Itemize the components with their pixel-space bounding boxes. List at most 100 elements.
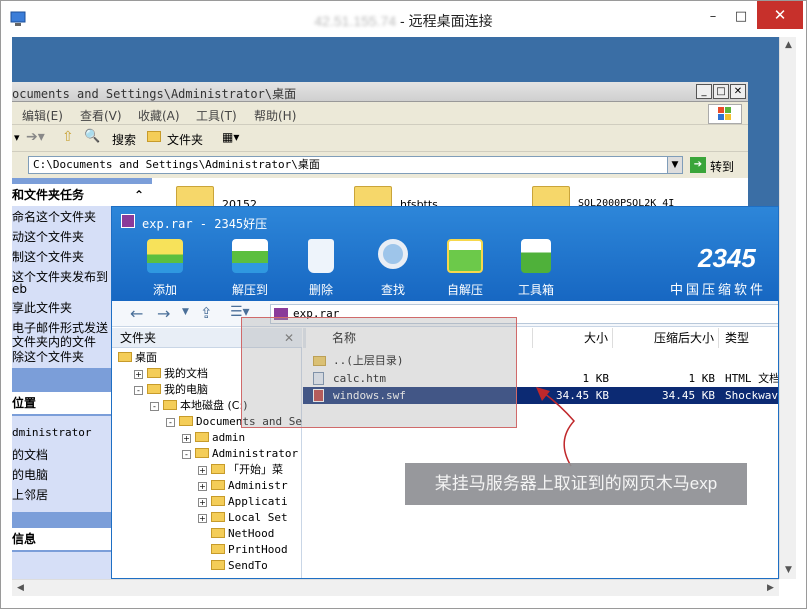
- go-arrow-icon: ➔: [690, 157, 706, 173]
- tree-node[interactable]: + admin: [112, 430, 302, 446]
- folder-icon: [195, 448, 209, 458]
- menu-help[interactable]: 帮助(H): [254, 107, 296, 124]
- rdp-title-bar[interactable]: 42.51.155.74 - 远程桌面连接 – □ ✕: [1, 1, 806, 37]
- go-button[interactable]: 转到: [710, 158, 734, 175]
- tree-node[interactable]: + Administr: [112, 478, 302, 494]
- rar-file-icon: [121, 214, 135, 228]
- folder-icon: [118, 352, 132, 362]
- collapse-icon[interactable]: -: [134, 386, 143, 395]
- place-administrator[interactable]: dministrator: [12, 426, 91, 439]
- scroll-down-icon[interactable]: ▼: [780, 562, 797, 579]
- back-arrow-icon[interactable]: ▾: [14, 131, 20, 144]
- collapse-icon[interactable]: ⌃: [134, 184, 144, 206]
- folder-icon: [195, 432, 209, 442]
- expand-icon[interactable]: +: [198, 482, 207, 491]
- rdp-close-button[interactable]: ✕: [757, 1, 803, 29]
- forward-button[interactable]: ➔▾: [26, 129, 45, 145]
- rdp-host-blurred: 42.51.155.74: [314, 13, 397, 29]
- collapse-icon[interactable]: -: [150, 402, 159, 411]
- collapse-icon[interactable]: -: [166, 418, 175, 427]
- address-dropdown-icon[interactable]: ▼: [667, 156, 683, 174]
- folder-icon: [211, 464, 225, 474]
- explorer-title-bar[interactable]: ocuments and Settings\Administrator\桌面 _…: [12, 82, 748, 102]
- tasks-header[interactable]: 和文件夹任务 ⌃: [12, 184, 152, 206]
- col-header-packed[interactable]: 压缩后大小: [613, 328, 719, 348]
- menu-favorites[interactable]: 收藏(A): [138, 107, 180, 124]
- views-icon[interactable]: ▦▾: [222, 130, 239, 144]
- folder-icon: [211, 544, 225, 554]
- explorer-menu-bar: 编辑(E) 查看(V) 收藏(A) 工具(T) 帮助(H): [12, 103, 748, 125]
- rdp-maximize-button[interactable]: □: [729, 7, 753, 27]
- expand-icon[interactable]: +: [198, 514, 207, 523]
- file-type: HTML 文档: [725, 372, 779, 385]
- scroll-up-icon[interactable]: ▲: [780, 37, 797, 54]
- tree-node[interactable]: - Administrator: [112, 446, 302, 462]
- tree-node-label: 「开始」菜: [228, 463, 283, 476]
- add-button[interactable]: 添加: [133, 235, 197, 301]
- scroll-left-icon[interactable]: ◀: [12, 580, 29, 597]
- remote-desktop-window: 42.51.155.74 - 远程桌面连接 – □ ✕ ocuments and…: [0, 0, 807, 609]
- rdp-title-text: 远程桌面连接: [408, 13, 493, 29]
- tree-node[interactable]: + 「开始」菜: [112, 462, 302, 478]
- task-rename[interactable]: 命名这个文件夹: [12, 208, 96, 225]
- tree-node-label: SendTo: [228, 559, 268, 572]
- up-level-icon[interactable]: ⇪: [200, 304, 213, 322]
- expand-icon[interactable]: +: [198, 466, 207, 475]
- explorer-minimize-button[interactable]: _: [696, 84, 712, 99]
- recycle-bin-icon: [308, 239, 334, 273]
- task-move[interactable]: 动这个文件夹: [12, 228, 84, 245]
- address-input[interactable]: C:\Documents and Settings\Administrator\…: [28, 156, 668, 174]
- menu-edit[interactable]: 编辑(E): [22, 107, 63, 124]
- explorer-close-button[interactable]: ✕: [730, 84, 746, 99]
- place-network[interactable]: 上邻居: [12, 486, 48, 503]
- magnifier-icon: [378, 239, 408, 269]
- menu-tools[interactable]: 工具(T): [196, 107, 237, 124]
- vertical-scrollbar[interactable]: ▲ ▼: [779, 37, 796, 579]
- folders-button[interactable]: 文件夹: [167, 131, 203, 148]
- back-arrow-icon[interactable]: ←: [130, 304, 143, 323]
- find-label: 查找: [380, 283, 405, 297]
- tree-node-label: Applicati: [228, 495, 288, 508]
- tree-node[interactable]: + Local Set: [112, 510, 302, 526]
- tree-node[interactable]: NetHood: [112, 526, 302, 542]
- delete-button[interactable]: 删除: [289, 235, 353, 301]
- explorer-maximize-button[interactable]: □: [713, 84, 729, 99]
- col-header-size[interactable]: 大小: [533, 328, 613, 348]
- sfx-label: 自解压: [446, 283, 483, 297]
- folder-icon: [211, 512, 225, 522]
- extract-label: 解压到: [231, 283, 268, 297]
- col-header-type[interactable]: 类型: [719, 328, 778, 348]
- rdp-minimize-button[interactable]: –: [701, 7, 725, 27]
- task-copy[interactable]: 制这个文件夹: [12, 248, 84, 265]
- toolbox-button[interactable]: 工具箱: [504, 235, 568, 301]
- task-share[interactable]: 享此文件夹: [12, 299, 72, 316]
- tree-node[interactable]: + Applicati: [112, 494, 302, 510]
- delete-label: 删除: [308, 283, 333, 297]
- tree-node-label: NetHood: [228, 527, 275, 540]
- annotation-arrow: [536, 387, 576, 467]
- task-delete[interactable]: 除这个文件夹: [12, 348, 84, 365]
- extract-icon: [232, 239, 268, 273]
- place-my-computer[interactable]: 的电脑: [12, 466, 48, 483]
- place-my-documents[interactable]: 的文档: [12, 446, 48, 463]
- task-publish-web[interactable]: eb: [12, 282, 27, 296]
- horizontal-scrollbar[interactable]: ◀ ▶: [12, 579, 779, 596]
- expand-icon[interactable]: +: [182, 434, 191, 443]
- expand-icon[interactable]: +: [134, 370, 143, 379]
- collapse-icon[interactable]: -: [182, 450, 191, 459]
- search-button[interactable]: 搜索: [112, 131, 136, 148]
- sfx-button[interactable]: 自解压: [433, 235, 497, 301]
- tree-node[interactable]: PrintHood: [112, 542, 302, 558]
- scroll-right-icon[interactable]: ▶: [762, 580, 779, 597]
- tree-node-label: PrintHood: [228, 543, 288, 556]
- extract-to-button[interactable]: 解压到: [218, 235, 282, 301]
- col-size-label: 大小: [583, 331, 608, 345]
- menu-view[interactable]: 查看(V): [80, 107, 122, 124]
- expand-icon[interactable]: +: [198, 498, 207, 507]
- history-dropdown-icon[interactable]: ▼: [182, 307, 189, 317]
- tree-node-label: Administr: [228, 479, 288, 492]
- tree-node[interactable]: SendTo: [112, 558, 302, 574]
- find-button[interactable]: 查找: [361, 235, 425, 301]
- up-folder-icon[interactable]: ⇧: [62, 129, 74, 145]
- forward-arrow-icon[interactable]: →: [157, 304, 170, 323]
